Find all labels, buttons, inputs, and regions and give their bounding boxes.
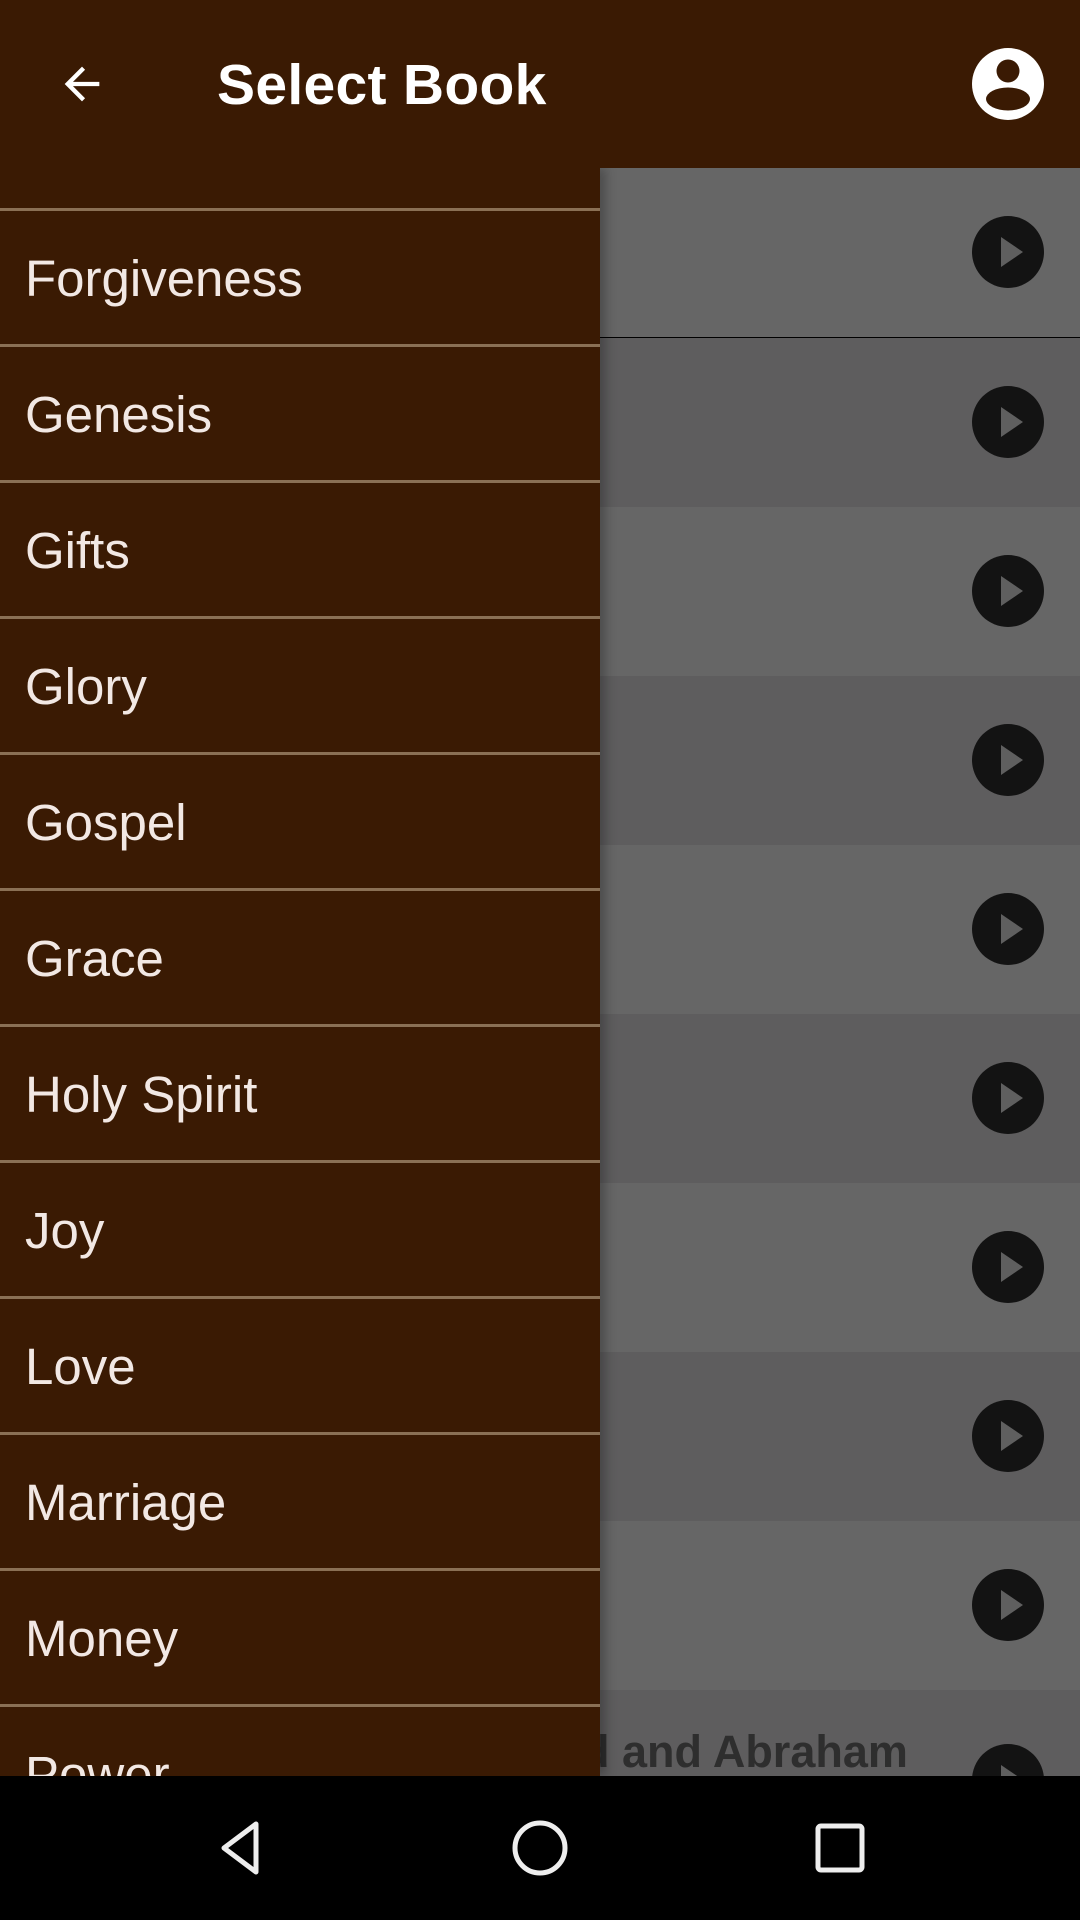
play-icon — [1001, 914, 1023, 944]
book-item-label: Glory — [25, 658, 147, 715]
play-icon — [1001, 1421, 1023, 1451]
play-icon — [1001, 576, 1023, 606]
book-item-holy-spirit[interactable]: Holy Spirit — [0, 1027, 600, 1163]
book-item-label: Forgiveness — [25, 250, 303, 307]
play-button[interactable] — [972, 1231, 1044, 1303]
nav-recents-button[interactable] — [800, 1808, 880, 1888]
book-item-genesis[interactable]: Genesis — [0, 347, 600, 483]
nav-recents-icon — [815, 1823, 865, 1873]
play-icon — [1001, 1083, 1023, 1113]
book-item-gospel[interactable]: Gospel — [0, 755, 600, 891]
arrow-left-icon — [64, 66, 100, 102]
book-item-label: Money — [25, 1610, 179, 1667]
book-item-label: Marriage — [25, 1474, 227, 1531]
play-icon — [1001, 1590, 1023, 1620]
book-item-marriage[interactable]: Marriage — [0, 1435, 600, 1571]
book-item-label: Power — [25, 1746, 170, 1776]
book-item-glory[interactable]: Glory — [0, 619, 600, 755]
book-item-power[interactable]: Power — [0, 1707, 600, 1776]
play-button[interactable] — [972, 893, 1044, 965]
page-title: Select Book — [217, 53, 547, 117]
book-item-label: Joy — [25, 1202, 105, 1259]
book-item-label: Love — [25, 1338, 136, 1395]
play-button[interactable] — [972, 724, 1044, 796]
play-button[interactable] — [972, 1744, 1044, 1776]
system-nav-bar — [0, 1776, 1080, 1920]
nav-home-button[interactable] — [500, 1808, 580, 1888]
book-item-love[interactable]: Love — [0, 1299, 600, 1435]
book-item-forgiveness[interactable]: Forgiveness — [0, 211, 600, 347]
list-item-title: d and Abraham — [582, 1726, 908, 1776]
play-icon — [1001, 237, 1023, 267]
play-icon — [1001, 1765, 1023, 1776]
book-item-label: Holy Spirit — [25, 1066, 258, 1123]
book-item-grace[interactable]: Grace — [0, 891, 600, 1027]
play-button[interactable] — [972, 386, 1044, 458]
nav-home-icon — [512, 1820, 568, 1876]
book-item-gifts[interactable]: Gifts — [0, 483, 600, 619]
book-item-label: Gospel — [25, 794, 187, 851]
book-item-label: Gifts — [25, 522, 130, 579]
play-button[interactable] — [972, 216, 1044, 288]
book-item-label: Genesis — [25, 386, 213, 443]
play-button[interactable] — [972, 1400, 1044, 1472]
play-icon — [1001, 1252, 1023, 1282]
play-button[interactable] — [972, 555, 1044, 627]
book-list: Forgiveness Genesis Gifts Glory Gospel G… — [0, 168, 600, 1776]
play-button[interactable] — [972, 1569, 1044, 1641]
book-item-label: Grace — [25, 930, 164, 987]
account-button[interactable] — [968, 44, 1048, 124]
book-drawer: Forgiveness Genesis Gifts Glory Gospel G… — [0, 168, 600, 1776]
nav-back-button[interactable] — [200, 1808, 280, 1888]
book-item[interactable] — [0, 168, 600, 211]
back-button[interactable] — [42, 42, 122, 126]
play-icon — [1001, 407, 1023, 437]
account-circle-icon — [972, 48, 1044, 120]
nav-back-icon — [221, 1821, 259, 1875]
app-bar: Select Book — [0, 0, 1080, 168]
book-item-money[interactable]: Money — [0, 1571, 600, 1707]
book-item-joy[interactable]: Joy — [0, 1163, 600, 1299]
play-icon — [1001, 745, 1023, 775]
play-button[interactable] — [972, 1062, 1044, 1134]
